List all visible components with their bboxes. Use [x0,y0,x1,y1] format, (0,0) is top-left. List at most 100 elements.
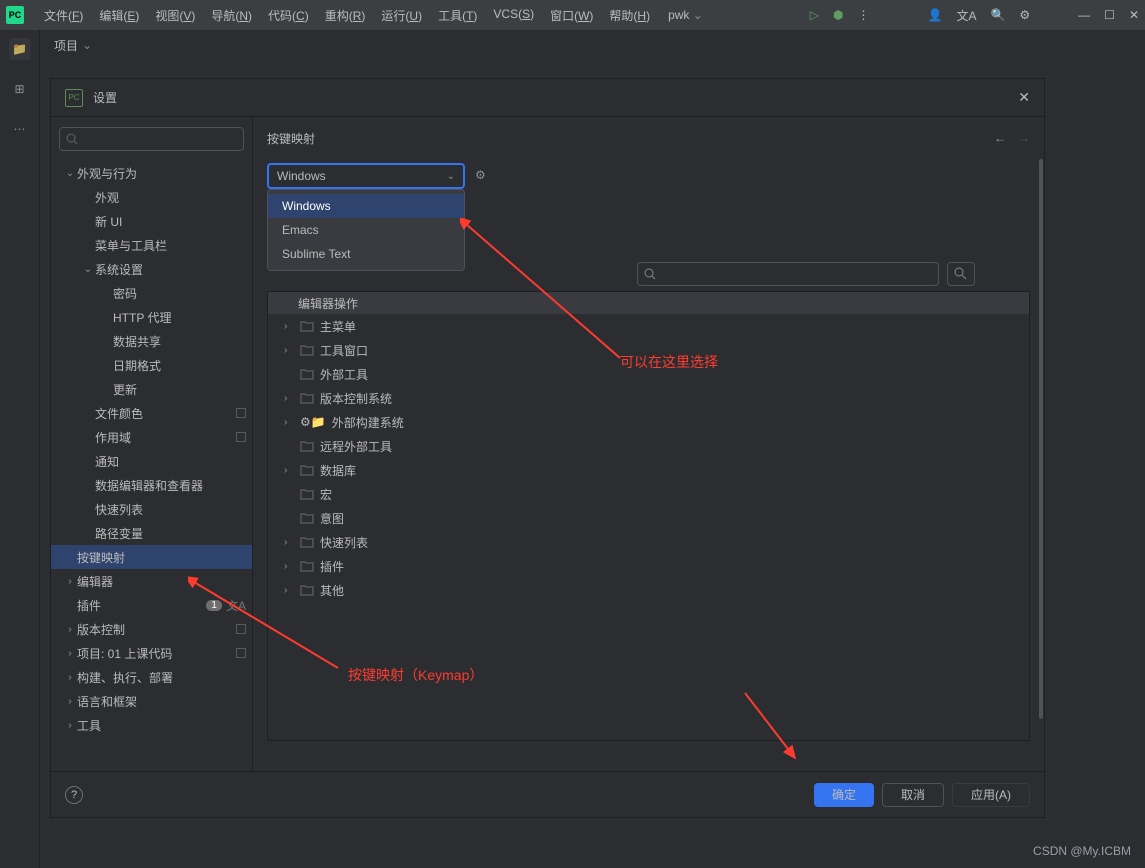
sidebar-item-3[interactable]: 菜单与工具栏 [51,233,252,257]
action-label: 工具窗口 [320,342,368,359]
chevron-down-icon: ⌄ [447,171,455,182]
sidebar-item-20[interactable]: ›项目: 01 上课代码 [51,641,252,665]
action-row-0[interactable]: ›主菜单 [268,314,1029,338]
annotation-text: 可以在这里选择 [620,352,718,372]
sidebar-item-12[interactable]: 通知 [51,449,252,473]
chevron-icon: ⌄ [63,168,77,179]
option-sublime-text[interactable]: Sublime Text [268,242,464,266]
folder-icon [300,344,314,356]
search-icon[interactable]: 🔍 [990,8,1005,22]
menu-4[interactable]: 代码(C) [260,3,317,28]
menu-0[interactable]: 文件(F) [36,3,91,28]
sidebar-item-label: 版本控制 [77,621,236,638]
menu-10[interactable]: 帮助(H) [601,3,658,28]
sidebar-item-23[interactable]: ›工具 [51,713,252,737]
menu-3[interactable]: 导航(N) [203,3,260,28]
badge: 1 [206,600,222,611]
action-row-3[interactable]: ›版本控制系统 [268,386,1029,410]
sidebar-item-2[interactable]: 新 UI [51,209,252,233]
nav-back-icon[interactable]: ← [994,131,1006,145]
option-emacs[interactable]: Emacs [268,218,464,242]
maximize-icon[interactable]: ☐ [1104,8,1115,22]
action-label: 数据库 [320,462,356,479]
sidebar-item-5[interactable]: 密码 [51,281,252,305]
left-tool-rail: 📁 ⊞ ⋯ [0,30,40,868]
sidebar-item-22[interactable]: ›语言和框架 [51,689,252,713]
sidebar-item-7[interactable]: 数据共享 [51,329,252,353]
project-selector[interactable]: pwk ⌄ [660,4,711,26]
sidebar-item-13[interactable]: 数据编辑器和查看器 [51,473,252,497]
sidebar-item-0[interactable]: ⌄外观与行为 [51,161,252,185]
action-row-11[interactable]: ›其他 [268,578,1029,602]
menu-8[interactable]: VCS(S) [485,3,542,28]
action-row-6[interactable]: ›数据库 [268,458,1029,482]
menu-5[interactable]: 重构(R) [317,3,374,28]
sidebar-item-9[interactable]: 更新 [51,377,252,401]
sidebar-item-8[interactable]: 日期格式 [51,353,252,377]
run-icon[interactable]: ▷ [810,8,819,22]
more-tools-icon[interactable]: ⋯ [9,118,31,140]
sidebar-item-14[interactable]: 快速列表 [51,497,252,521]
help-icon[interactable]: ? [65,786,83,804]
keymap-scheme-combo[interactable]: Windows ⌄ [267,163,465,189]
search-input[interactable] [82,132,237,146]
chevron-icon: › [284,345,294,356]
sidebar-item-21[interactable]: ›构建、执行、部署 [51,665,252,689]
action-row-4[interactable]: ›⚙📁外部构建系统 [268,410,1029,434]
minimize-icon[interactable]: — [1078,8,1090,22]
sidebar-item-19[interactable]: ›版本控制 [51,617,252,641]
action-group-header: 编辑器操作 [268,292,1029,314]
sidebar-item-16[interactable]: 按键映射 [51,545,252,569]
project-scope-icon [236,408,246,418]
translate-icon[interactable]: 文A [956,7,976,24]
annotation-text: 按键映射（Keymap） [348,665,483,685]
sidebar-item-label: 密码 [113,285,252,302]
settings-search[interactable] [59,127,244,151]
project-view-header[interactable]: 项目 ⌄ [40,30,92,60]
option-windows[interactable]: Windows [268,194,464,218]
menu-2[interactable]: 视图(V) [147,3,203,28]
action-row-7[interactable]: 宏 [268,482,1029,506]
project-scope-icon [236,624,246,634]
find-by-shortcut-button[interactable] [947,262,975,286]
ok-button[interactable]: 确定 [814,783,874,807]
cancel-button[interactable]: 取消 [882,783,944,807]
sidebar-item-label: 作用域 [95,429,236,446]
folder-icon [300,488,314,500]
action-label: 远程外部工具 [320,438,392,455]
action-row-9[interactable]: ›快速列表 [268,530,1029,554]
chevron-icon: › [63,696,77,707]
folder-icon [300,368,314,380]
add-user-icon[interactable]: 👤 [927,8,942,22]
more-icon[interactable]: ⋮ [857,8,869,22]
settings-icon[interactable]: ⚙ [1019,8,1030,22]
structure-tool-icon[interactable]: ⊞ [9,78,31,100]
action-row-8[interactable]: 意图 [268,506,1029,530]
sidebar-item-1[interactable]: 外观 [51,185,252,209]
close-window-icon[interactable]: ✕ [1129,8,1139,22]
action-row-10[interactable]: ›插件 [268,554,1029,578]
action-label: 意图 [320,510,344,527]
action-row-5[interactable]: 远程外部工具 [268,434,1029,458]
menu-9[interactable]: 窗口(W) [542,3,601,28]
sidebar-item-18[interactable]: 插件1文A [51,593,252,617]
chevron-icon: › [284,321,294,332]
menu-6[interactable]: 运行(U) [373,3,430,28]
sidebar-item-label: 项目: 01 上课代码 [77,645,236,662]
sidebar-item-17[interactable]: ›编辑器 [51,569,252,593]
project-tool-icon[interactable]: 📁 [9,38,31,60]
sidebar-item-15[interactable]: 路径变量 [51,521,252,545]
debug-icon[interactable]: ⬢ [833,8,843,22]
action-search[interactable] [637,262,939,286]
watermark: CSDN @My.ICBM [1033,844,1131,858]
menu-7[interactable]: 工具(T) [430,3,485,28]
close-icon[interactable]: ✕ [1018,89,1030,106]
sidebar-item-11[interactable]: 作用域 [51,425,252,449]
menu-1[interactable]: 编辑(E) [91,3,147,28]
gear-icon[interactable]: ⚙ [475,168,491,184]
sidebar-item-4[interactable]: ⌄系统设置 [51,257,252,281]
sidebar-item-6[interactable]: HTTP 代理 [51,305,252,329]
sidebar-item-label: 编辑器 [77,573,252,590]
sidebar-item-label: 插件 [77,597,206,614]
sidebar-item-10[interactable]: 文件颜色 [51,401,252,425]
